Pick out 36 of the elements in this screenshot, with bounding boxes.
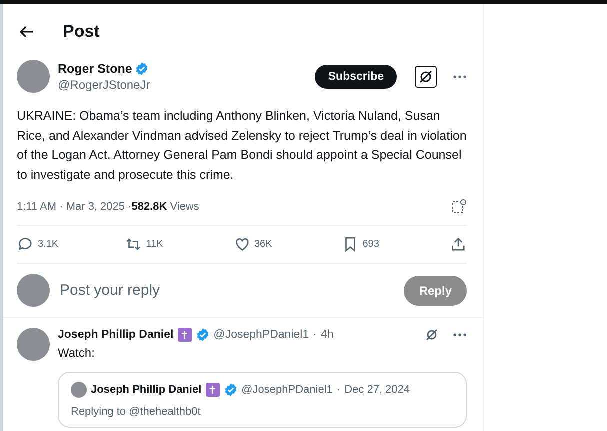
action-count: 3.1K <box>38 239 59 250</box>
back-arrow-icon[interactable] <box>19 24 35 40</box>
quoted-author-name: Joseph Phillip Daniel <box>91 384 202 396</box>
action-count: 11K <box>146 239 164 250</box>
reply-text: Watch: <box>58 346 96 360</box>
repost-arrows-icon[interactable] <box>125 236 142 253</box>
replying-to-text: Replying to @thehealthb0t <box>71 406 202 418</box>
subscribe-button[interactable]: Subscribe <box>315 64 397 88</box>
reply-handle[interactable]: @JosephPDaniel1 <box>214 329 310 341</box>
quoted-time: Dec 27, 2024 <box>344 384 410 396</box>
author-name[interactable]: Roger Stone <box>58 62 132 76</box>
quoted-post-card[interactable]: Joseph Phillip Daniel ✝ @JosephPDaniel1 · Dec 27, 2024 Replying to @thehealthb0t <box>58 372 467 428</box>
avatar[interactable] <box>17 328 50 361</box>
reply-author-name[interactable]: Joseph Phillip Daniel <box>58 329 174 341</box>
slashed-circle-icon[interactable] <box>425 328 439 342</box>
post-timestamp[interactable]: 1:11 AM · Mar 3, 2025 · <box>17 201 132 213</box>
separator-dot: · <box>336 384 341 396</box>
badge-icon: ✝ <box>206 383 220 397</box>
action-count: 693 <box>362 239 380 250</box>
views-label: Views <box>170 201 200 213</box>
author-handle[interactable]: @RogerJStoneJr <box>58 78 308 92</box>
heart-icon[interactable] <box>234 236 250 253</box>
avatar[interactable] <box>17 60 50 93</box>
post-text: UKRAINE: Obama’s team including Anthony Blinken, Victoria Nuland, Susan Rice, and Alexander Vindman advised Zelensky to reject Trump’s deal in violation of the Logan Act. Attorney General Pam Bondi should appoint a Special Counsel to investigate and prosecute this crime. <box>16 108 468 184</box>
page-title: Post <box>63 22 100 42</box>
speech-bubble-icon[interactable] <box>17 236 34 253</box>
separator-dot: · <box>313 329 317 341</box>
avatar <box>17 274 50 307</box>
share-icon[interactable] <box>450 236 467 253</box>
views-count: 582.8K <box>132 201 168 213</box>
analytics-icon[interactable] <box>451 199 467 215</box>
quoted-handle: @JosephPDaniel1 <box>242 384 333 396</box>
reply-time[interactable]: 4h <box>320 329 334 341</box>
badge-icon: ✝ <box>178 328 192 342</box>
avatar <box>71 382 87 398</box>
action-count: 36K <box>254 239 272 250</box>
